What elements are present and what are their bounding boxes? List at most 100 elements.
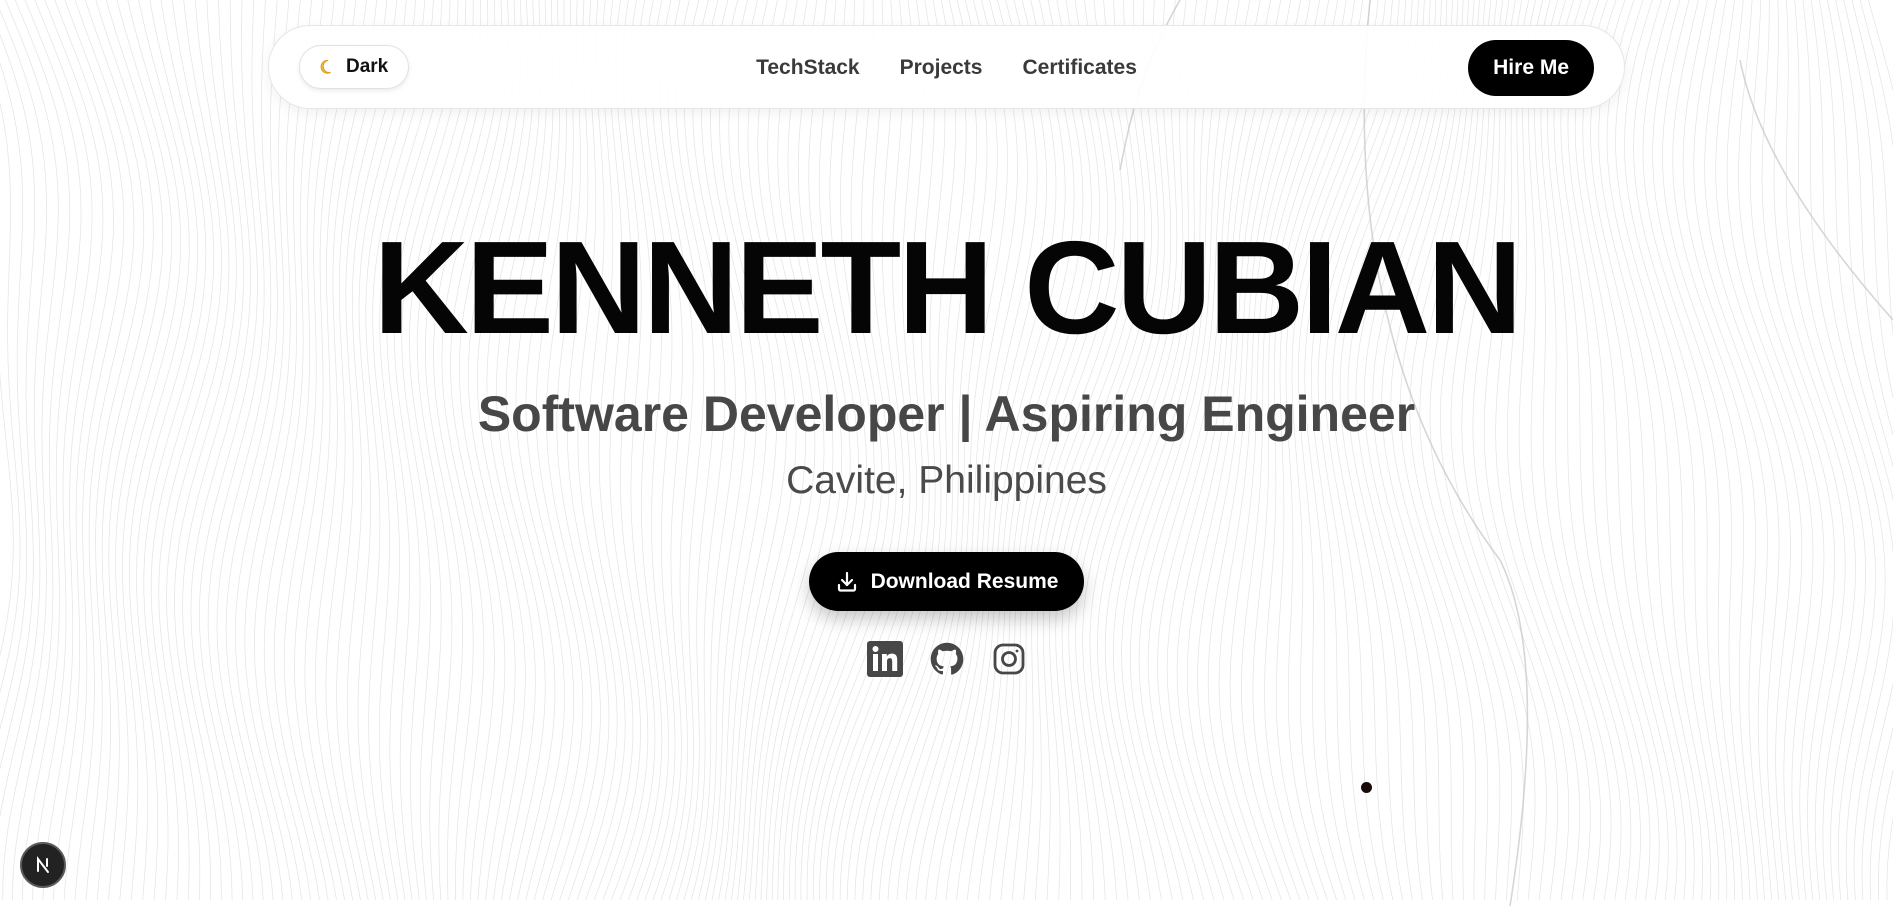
background-wave-line: [966, 0, 1084, 901]
background-wave-line: [1472, 0, 1559, 901]
background-wave-line: [95, 0, 154, 901]
background-wave-line: [283, 0, 346, 901]
background-wave-line: [190, 0, 251, 901]
background-wave-line: [724, 0, 787, 901]
linkedin-icon[interactable]: [866, 640, 904, 678]
background-wave-line: [467, 0, 522, 901]
page-root: Dark TechStack Projects Certificates Hir…: [0, 0, 1893, 906]
background-wave-line: [1574, 0, 1678, 901]
background-wave-line: [628, 0, 663, 901]
background-wave-line: [1147, 0, 1261, 901]
background-wave-line: [32, 0, 93, 901]
hire-me-button[interactable]: Hire Me: [1468, 40, 1594, 96]
background-wave-line: [1461, 0, 1547, 901]
background-wave-line: [1483, 0, 1570, 901]
background-wave-line: [956, 0, 1075, 901]
background-wave-line: [325, 0, 388, 901]
background-wave-line: [143, 0, 207, 901]
background-wave-line: [800, 0, 897, 901]
background-wave-line: [425, 0, 489, 901]
background-wave-line: [1023, 0, 1124, 901]
background-wave-line: [945, 0, 1066, 901]
background-wave-line: [1055, 0, 1153, 901]
background-wave-line: [704, 0, 757, 901]
background-wave-line: [225, 0, 278, 901]
github-icon[interactable]: [928, 640, 966, 678]
background-wave-line: [1439, 0, 1524, 901]
background-wave-line: [42, 0, 104, 901]
background-wave-line: [129, 0, 190, 901]
download-resume-button[interactable]: Download Resume: [809, 552, 1084, 611]
background-wave-line: [477, 0, 529, 901]
background-wave-line: [1802, 0, 1886, 901]
background-wave-line: [1518, 0, 1602, 901]
background-wave-line: [1275, 0, 1371, 901]
background-wave-line: [1624, 0, 1728, 901]
background-wave-line: [718, 0, 777, 901]
background-wave-line: [766, 0, 851, 901]
background-wave-line: [794, 0, 890, 900]
background-wave-line: [441, 0, 502, 901]
background-wave-line: [905, 0, 1028, 901]
background-wave-line: [158, 0, 222, 901]
background-wave-line: [136, 0, 199, 901]
background-wave-line: [1843, 0, 1893, 901]
background-wave-line: [535, 0, 584, 901]
background-wave-line: [1560, 0, 1660, 901]
background-wave-line: [416, 0, 481, 901]
background-wave-line: [1075, 0, 1172, 901]
background-wave-line: [1339, 0, 1431, 901]
background-wave-line: [1682, 0, 1773, 901]
background-wave-line: [105, 0, 164, 901]
navbar: Dark TechStack Projects Certificates Hir…: [268, 25, 1625, 109]
background-wave-line: [515, 0, 565, 901]
background-wave-line: [357, 0, 416, 901]
background-wave-line: [244, 0, 301, 901]
background-wave-line: [1590, 0, 1695, 901]
background-wave-line: [1310, 0, 1407, 901]
nav-link-techstack[interactable]: TechStack: [756, 56, 860, 80]
nextjs-icon[interactable]: [20, 842, 66, 888]
background-wave-line: [1068, 0, 1165, 901]
background-wave-line: [393, 0, 459, 901]
background-wave-line: [546, 0, 593, 901]
background-wave-line: [273, 0, 335, 901]
background-wave-line: [566, 0, 610, 901]
nav-link-certificates[interactable]: Certificates: [1022, 56, 1136, 80]
background-wave-line: [52, 0, 114, 901]
background-wave-line: [783, 0, 875, 901]
background-wave-line: [1868, 0, 1893, 92]
nav-link-projects[interactable]: Projects: [900, 56, 983, 80]
background-wave-line: [1553, 0, 1651, 901]
background-wave-line: [690, 0, 736, 901]
wavy-lines-group: [0, 0, 1893, 906]
background-wave-line: [862, 0, 977, 901]
background-wave-line: [1859, 0, 1893, 149]
background-wave-line: [1381, 0, 1459, 901]
background-wave-line: [1011, 0, 1117, 901]
background-wave-line: [760, 0, 843, 901]
background-wave-line: [1773, 0, 1856, 901]
hero-location: Cavite, Philippines: [786, 459, 1107, 502]
hero-name: KENNETH CUBIAN: [373, 214, 1523, 361]
background-wave-line: [294, 0, 357, 901]
background-wave-line: [263, 0, 324, 901]
background-wave-line: [1043, 0, 1139, 901]
download-icon: [835, 570, 859, 594]
background-wave-line: [1409, 0, 1489, 901]
background-wave-line: [737, 0, 806, 901]
theme-toggle-button[interactable]: Dark: [299, 45, 410, 89]
background-wave-line: [1851, 0, 1893, 337]
background-wave-line: [1355, 0, 1442, 901]
background-wave-line: [346, 0, 407, 901]
instagram-icon[interactable]: [990, 640, 1028, 678]
background-wave-line: [409, 0, 474, 901]
background-wave-line: [525, 0, 575, 901]
background-wave-line: [806, 0, 904, 901]
background-wave-line: [1450, 0, 1536, 901]
background-wave-line: [887, 0, 1008, 901]
background-wave-line: [150, 0, 215, 901]
background-wave-line: [878, 0, 998, 901]
background-wave-line: [576, 0, 618, 901]
background-wave-line: [1761, 0, 1846, 901]
